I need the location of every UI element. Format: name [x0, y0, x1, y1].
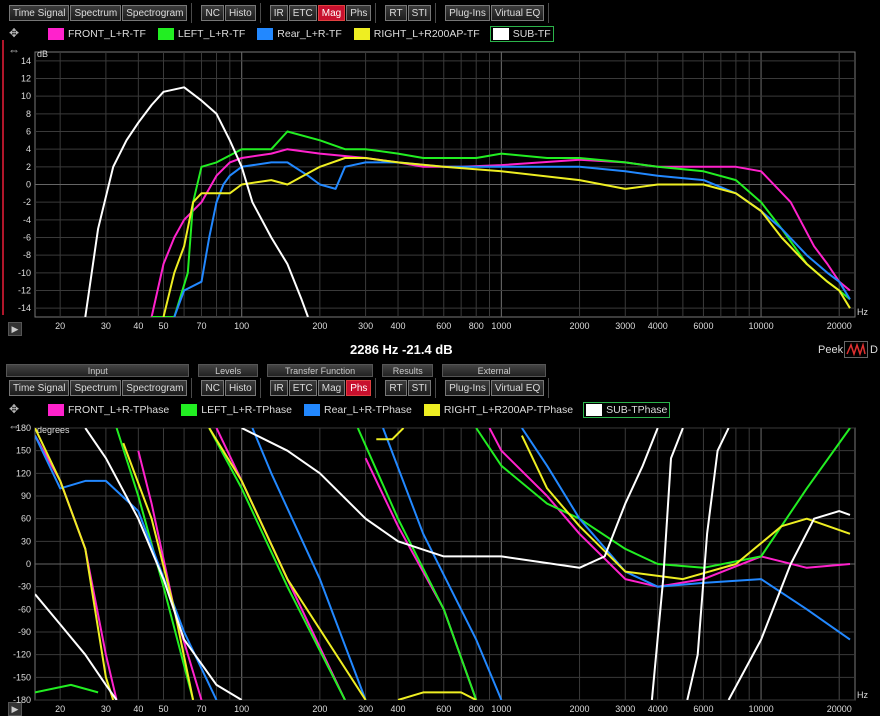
y-tick-label: 6 — [26, 127, 31, 137]
x-tick-label: 50 — [158, 704, 168, 714]
x-unit-label: Hz — [857, 307, 868, 317]
y-tick-label: -14 — [18, 303, 31, 313]
x-tick-label: 6000 — [693, 704, 713, 714]
x-unit-label: Hz — [857, 690, 868, 700]
plots-canvas: 14121086420-2-4-6-8-10-12-14dB20 30 40 50 70… — [13, 49, 869, 714]
y-tick-label: -6 — [23, 233, 31, 243]
x-tick-label: 200 — [312, 321, 327, 331]
y-tick-label: 90 — [21, 491, 31, 501]
x-tick-label: 300 — [358, 704, 373, 714]
y-tick-label: -10 — [18, 268, 31, 278]
y-tick-label: 0 — [26, 559, 31, 569]
y-tick-label: 0 — [26, 180, 31, 190]
y-tick-label: 14 — [21, 56, 31, 66]
y-tick-label: 4 — [26, 144, 31, 154]
x-tick-label: 6000 — [693, 321, 713, 331]
x-tick-label: 100 — [234, 321, 249, 331]
y-tick-label: -2 — [23, 197, 31, 207]
x-tick-label: 400 — [391, 704, 406, 714]
x-tick-label: 600 — [436, 321, 451, 331]
x-tick-label: 800 — [469, 321, 484, 331]
x-tick-label: 10000 — [749, 321, 774, 331]
y-tick-label: -90 — [18, 627, 31, 637]
x-tick-label: 70 — [196, 704, 206, 714]
x-tick-label: 50 — [158, 321, 168, 331]
x-tick-label: 800 — [469, 704, 484, 714]
x-tick-label: 20 — [55, 704, 65, 714]
y-tick-label: 8 — [26, 109, 31, 119]
y-tick-label: -180 — [13, 695, 31, 705]
x-tick-label: 20000 — [827, 704, 852, 714]
x-tick-label: 30 — [101, 704, 111, 714]
x-tick-label: 10000 — [749, 704, 774, 714]
y-tick-label: 10 — [21, 91, 31, 101]
plot-area[interactable]: 14121086420-2-4-6-8-10-12-14dB20 30 40 50 70… — [18, 49, 869, 331]
x-tick-label: 20 — [55, 321, 65, 331]
y-axis-label: dB — [37, 49, 48, 59]
x-tick-label: 300 — [358, 321, 373, 331]
y-tick-label: 180 — [16, 423, 31, 433]
x-tick-label: 4000 — [648, 321, 668, 331]
y-tick-label: 12 — [21, 74, 31, 84]
y-tick-label: 60 — [21, 514, 31, 524]
x-tick-label: 2000 — [570, 704, 590, 714]
y-tick-label: 150 — [16, 446, 31, 456]
x-tick-label: 2000 — [570, 321, 590, 331]
y-tick-label: -12 — [18, 286, 31, 296]
x-tick-label: 4000 — [648, 704, 668, 714]
x-tick-label: 70 — [196, 321, 206, 331]
x-tick-label: 400 — [391, 321, 406, 331]
y-tick-label: -120 — [13, 650, 31, 660]
x-tick-label: 1000 — [491, 704, 511, 714]
x-tick-label: 200 — [312, 704, 327, 714]
y-tick-label: -30 — [18, 582, 31, 592]
x-tick-label: 100 — [234, 704, 249, 714]
x-tick-label: 30 — [101, 321, 111, 331]
x-tick-label: 40 — [133, 704, 143, 714]
x-tick-label: 3000 — [615, 704, 635, 714]
y-tick-label: -4 — [23, 215, 31, 225]
x-tick-label: 40 — [133, 321, 143, 331]
y-tick-label: 120 — [16, 468, 31, 478]
plot-area[interactable]: 1801501209060300-30-60-90-120-150-180deg… — [13, 423, 869, 714]
y-tick-label: -8 — [23, 250, 31, 260]
y-axis-label: degrees — [37, 425, 70, 435]
x-tick-label: 3000 — [615, 321, 635, 331]
x-tick-label: 20000 — [827, 321, 852, 331]
y-tick-label: 2 — [26, 162, 31, 172]
x-tick-label: 1000 — [491, 321, 511, 331]
y-tick-label: -60 — [18, 604, 31, 614]
x-tick-label: 600 — [436, 704, 451, 714]
y-tick-label: -150 — [13, 672, 31, 682]
y-tick-label: 30 — [21, 536, 31, 546]
